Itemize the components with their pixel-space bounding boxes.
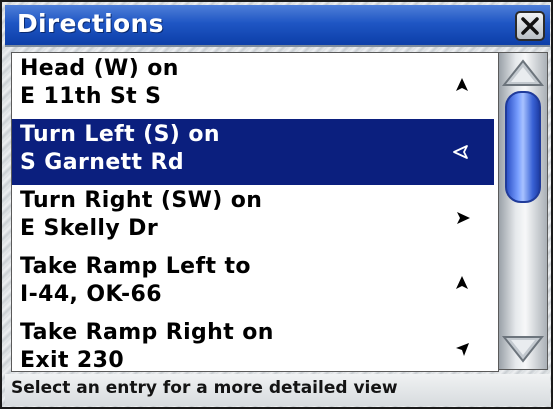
direction-instruction: Turn Left (S) on <box>20 122 220 147</box>
direction-instruction: Turn Right (SW) on <box>20 188 263 213</box>
directions-list[interactable]: Head (W) on E 11th St S Turn Left (S) on… <box>11 52 499 372</box>
direction-instruction: Take Ramp Left to <box>20 254 251 279</box>
scroll-thumb[interactable] <box>505 91 541 203</box>
scroll-down-icon[interactable] <box>501 333 545 367</box>
arrow-right-icon <box>457 212 470 224</box>
direction-road: E Skelly Dr <box>20 216 159 241</box>
direction-road: E 11th St S <box>20 84 162 109</box>
close-icon <box>521 17 539 35</box>
arrow-left-icon <box>453 145 468 159</box>
direction-instruction: Head (W) on <box>20 56 179 81</box>
window-title: Directions <box>17 9 164 38</box>
status-hint: Select an entry for a more detailed view <box>11 378 398 398</box>
list-item[interactable]: Turn Right (SW) on E Skelly Dr <box>12 185 494 251</box>
arrow-up-right-icon <box>456 343 469 356</box>
list-item[interactable]: Take Ramp Left to I-44, OK-66 <box>12 251 494 317</box>
status-bar: Select an entry for a more detailed view <box>5 374 550 406</box>
arrow-up-icon <box>456 78 468 91</box>
scroll-up-icon[interactable] <box>501 55 545 89</box>
list-item[interactable]: Turn Left (S) on S Garnett Rd <box>12 119 494 185</box>
direction-road: I-44, OK-66 <box>20 282 162 307</box>
direction-instruction: Take Ramp Right on <box>20 320 274 345</box>
direction-road: Exit 230 <box>20 348 125 372</box>
direction-road: S Garnett Rd <box>20 150 185 175</box>
list-item[interactable]: Head (W) on E 11th St S <box>12 53 494 119</box>
close-button[interactable] <box>515 11 545 41</box>
list-item[interactable]: Take Ramp Right on Exit 230 <box>12 317 494 372</box>
vertical-scrollbar[interactable] <box>498 52 548 370</box>
title-bar: Directions <box>5 5 550 47</box>
directions-window: Directions Head (W) on E 11th St S Turn … <box>0 0 553 409</box>
arrow-up-icon <box>456 276 468 289</box>
